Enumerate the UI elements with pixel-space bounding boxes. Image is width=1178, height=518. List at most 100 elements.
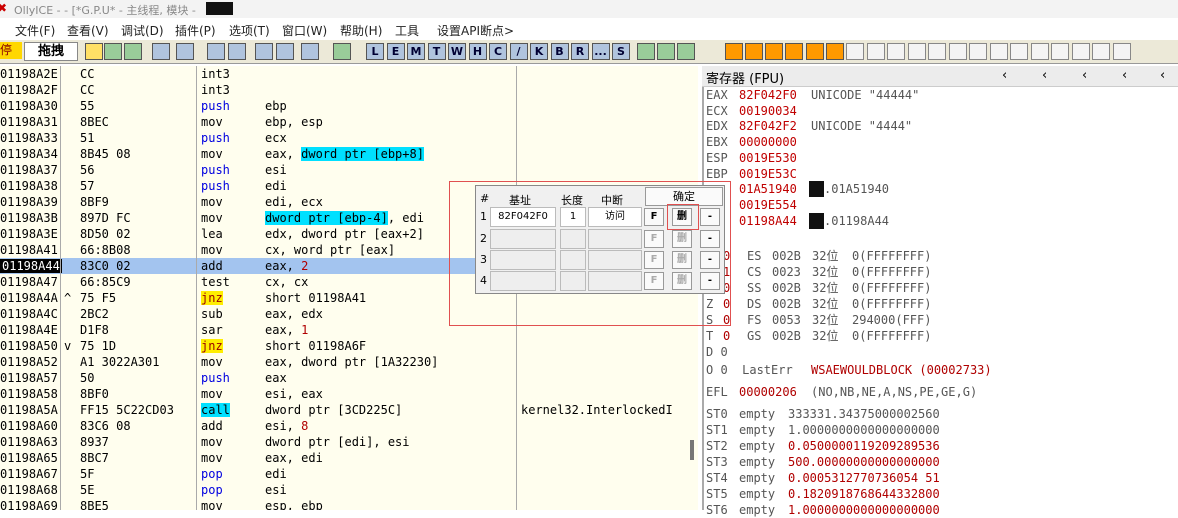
bp-type-field[interactable] (588, 250, 642, 270)
menu-item[interactable]: 选项(T) (229, 22, 270, 39)
disasm-row[interactable]: 01198A2E CC int3 (0, 66, 698, 82)
disasm-row[interactable]: 01198A58 8BF0 mov esi, eax (0, 386, 698, 402)
run-icon[interactable] (152, 43, 170, 60)
menu-item[interactable]: 设置API断点> (437, 22, 514, 39)
bp-minus-button[interactable]: - (700, 208, 720, 226)
disasm-row[interactable]: 01198A37 56 push esi (0, 162, 698, 178)
toolbar-window-button[interactable]: B (550, 43, 569, 60)
trace-over-icon[interactable] (276, 43, 294, 60)
toolbar-empty-button[interactable] (948, 43, 967, 60)
chevron-left-icon[interactable]: ‹ (1122, 68, 1127, 83)
toolbar-window-button[interactable]: S (612, 43, 630, 60)
toolbar-empty-button[interactable] (907, 43, 926, 60)
disasm-row[interactable]: 01198A65 8BC7 mov eax, edi (0, 450, 698, 466)
bp-type-field[interactable]: 访问 (588, 207, 642, 227)
disasm-row[interactable]: 01198A5A FF15 5C22CD03 call dword ptr [3CD2… (0, 402, 698, 418)
toolbar-empty-button[interactable] (846, 43, 864, 60)
disasm-row[interactable]: 01198A30 55 push ebp (0, 98, 698, 114)
goto-icon[interactable] (333, 43, 351, 60)
toolbar-empty-button[interactable] (969, 43, 987, 60)
plugin-icon[interactable] (725, 43, 743, 60)
menu-item[interactable]: 工具 (395, 22, 419, 39)
disasm-row[interactable]: 01198A60 83C6 08 add esi, 8 (0, 418, 698, 434)
toolbar-empty-button[interactable] (1030, 43, 1049, 60)
grid-icon[interactable] (657, 43, 675, 60)
disasm-row[interactable]: 01198A57 50 push eax (0, 370, 698, 386)
toolbar-window-button[interactable]: R (571, 43, 589, 60)
bp-minus-button[interactable]: - (700, 251, 720, 269)
bp-delete-button[interactable]: 删 (672, 272, 692, 290)
bp-delete-button[interactable]: 删 (672, 251, 692, 269)
bp-address-field[interactable] (490, 250, 556, 270)
toolbar-empty-button[interactable] (1112, 43, 1131, 60)
asm-icon[interactable] (826, 43, 844, 60)
scrollbar-thumb[interactable] (690, 440, 694, 460)
disasm-row[interactable]: 01198A52 A1 3022A301 mov eax, dword ptr [1A… (0, 354, 698, 370)
close-icon[interactable] (124, 43, 142, 60)
menu-item[interactable]: 帮助(H) (340, 22, 382, 39)
bp-follow-button[interactable]: F (644, 230, 664, 248)
toolbar-window-button[interactable]: H (468, 43, 487, 60)
bp-delete-button[interactable]: 删 (672, 230, 692, 248)
disasm-row[interactable]: 01198A63 8937 mov dword ptr [edi], esi (0, 434, 698, 450)
execute-till-return-icon[interactable] (301, 43, 319, 60)
trace-into-icon[interactable] (255, 43, 273, 60)
toolbar-empty-button[interactable] (1010, 43, 1028, 60)
step-over-icon[interactable] (228, 43, 246, 60)
bp-follow-button[interactable]: F (644, 208, 664, 226)
toolbar-empty-button[interactable] (928, 43, 946, 60)
chevron-left-icon[interactable]: ‹ (1042, 68, 1047, 83)
bp-length-field[interactable] (560, 250, 586, 270)
menu-item[interactable]: 查看(V) (67, 22, 109, 39)
bp-delete-button[interactable]: 删 (672, 208, 692, 226)
bp-minus-button[interactable]: - (700, 230, 720, 248)
menu-item[interactable]: 窗口(W) (282, 22, 327, 39)
bp-type-field[interactable] (588, 229, 642, 249)
chevron-left-icon[interactable]: ‹ (1002, 68, 1007, 83)
rewind-icon[interactable] (104, 43, 122, 60)
toolbar-window-button[interactable]: / (509, 43, 528, 60)
toolbar-empty-button[interactable] (866, 43, 885, 60)
bp-address-field[interactable] (490, 271, 556, 291)
disasm-row[interactable]: 01198A31 8BEC mov ebp, esp (0, 114, 698, 130)
toolbar-empty-button[interactable] (1092, 43, 1110, 60)
plugin-icon[interactable] (765, 43, 783, 60)
toolbar-window-button[interactable]: T (427, 43, 446, 60)
menu-item[interactable]: 调试(D) (121, 22, 164, 39)
step-into-icon[interactable] (207, 43, 225, 60)
bp-address-field[interactable]: 82F042F0 (490, 207, 556, 227)
bp-follow-button[interactable]: F (644, 272, 664, 290)
toolbar-window-button[interactable]: E (386, 43, 405, 60)
menu-item[interactable]: 文件(F) (15, 22, 55, 39)
toolbar-empty-button[interactable] (1071, 43, 1090, 60)
disasm-row[interactable]: 01198A33 51 push ecx (0, 130, 698, 146)
toolbar-empty-button[interactable] (887, 43, 905, 60)
toolbar-window-button[interactable]: C (489, 43, 507, 60)
plugin-icon[interactable] (745, 43, 763, 60)
toolbar-empty-button[interactable] (1051, 43, 1069, 60)
chevron-left-icon[interactable]: ‹ (1082, 68, 1087, 83)
disasm-row[interactable]: 01198A67 5F pop edi (0, 466, 698, 482)
toolbar-window-button[interactable]: W (448, 43, 466, 60)
toolbar-window-button[interactable]: K (530, 43, 548, 60)
bp-address-field[interactable] (490, 229, 556, 249)
bp-length-field[interactable]: 1 (560, 207, 586, 227)
drag-toggle[interactable]: 拖拽 (24, 42, 78, 61)
disasm-row[interactable]: 01198A2F CC int3 (0, 82, 698, 98)
bp-length-field[interactable] (560, 271, 586, 291)
disasm-row[interactable]: 01198A50 v 75 1D jnz short 01198A6F (0, 338, 698, 354)
plugin-icon[interactable] (806, 43, 824, 60)
open-icon[interactable] (85, 43, 103, 60)
pause-icon[interactable] (176, 43, 194, 60)
disasm-row[interactable]: 01198A34 8B45 08 mov eax, dword ptr [ebp+8] (0, 146, 698, 162)
toolbar-window-button[interactable]: L (366, 43, 384, 60)
toolbar-window-button[interactable]: M (407, 43, 425, 60)
bp-minus-button[interactable]: - (700, 272, 720, 290)
toolbar-window-button[interactable]: ... (591, 43, 610, 60)
hbp-icon[interactable] (785, 43, 803, 60)
disasm-row[interactable]: 01198A68 5E pop esi (0, 482, 698, 498)
bp-follow-button[interactable]: F (644, 251, 664, 269)
bp-type-field[interactable] (588, 271, 642, 291)
toolbar-empty-button[interactable] (989, 43, 1008, 60)
bp-length-field[interactable] (560, 229, 586, 249)
